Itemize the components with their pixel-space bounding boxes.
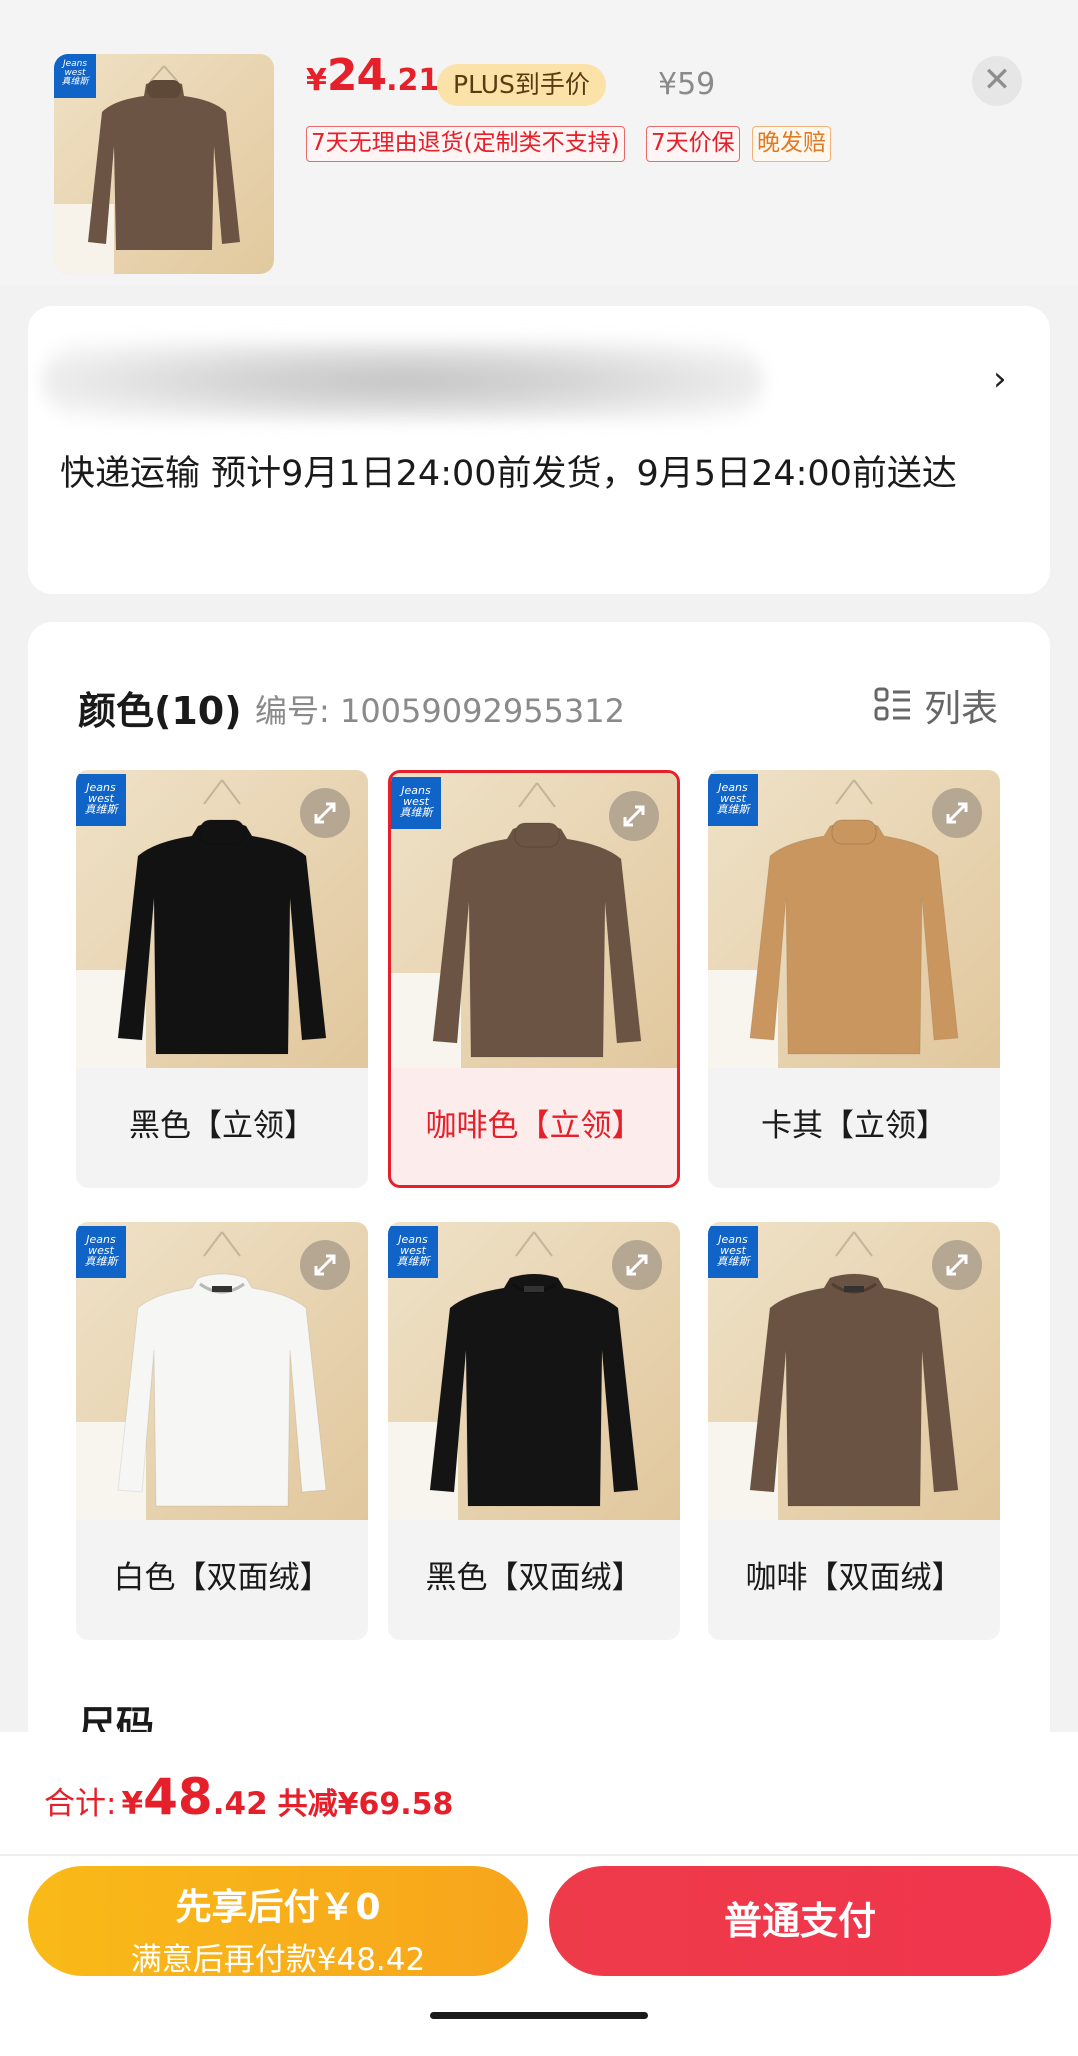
total-label: 合计: bbox=[44, 1786, 117, 1822]
expand-icon[interactable] bbox=[932, 1240, 982, 1290]
address-redacted bbox=[43, 341, 763, 421]
color-option-label: 黑色【立领】 bbox=[129, 1108, 315, 1144]
close-icon: ✕ bbox=[982, 60, 1012, 100]
spec-card: 颜色(10) 编号: 10059092955312 列表 Jeans west 真维… bbox=[28, 622, 1050, 1782]
pay-later-button[interactable]: 先享后付￥0 满意后再付款¥48.42 bbox=[28, 1866, 528, 1978]
checkout-bar: 合计: ¥48.42 共减¥69.58 先享后付￥0 满意后再付款¥48.42 普… bbox=[0, 1732, 1078, 2056]
product-price: ¥24.21 bbox=[306, 54, 439, 98]
brand-logo: Jeans west 真维斯 bbox=[76, 1226, 126, 1278]
total-decimal: .42 bbox=[212, 1786, 268, 1822]
product-thumbnail[interactable]: Jeans west 真维斯 bbox=[54, 54, 274, 274]
brand-logo: Jeans west 真维斯 bbox=[76, 774, 126, 826]
divider bbox=[0, 1854, 1078, 1856]
shipping-estimate: 快递运输 预计9月1日24:00前发货，9月5日24:00前送达 bbox=[60, 454, 957, 494]
chevron-right-icon[interactable]: › bbox=[993, 362, 1007, 396]
total-saving: 共减¥69.58 bbox=[277, 1787, 454, 1822]
price-decimal: .21 bbox=[386, 63, 440, 98]
expand-icon[interactable] bbox=[932, 788, 982, 838]
brand-logo: Jeans west 真维斯 bbox=[391, 777, 441, 829]
price-symbol: ¥ bbox=[306, 63, 327, 98]
pay-later-title: 先享后付￥0 bbox=[175, 1887, 381, 1928]
return-policy-tag: 7天无理由退货(定制类不支持) bbox=[306, 126, 625, 162]
color-option[interactable]: Jeans west 真维斯咖啡【双面绒】 bbox=[708, 1222, 1000, 1640]
expand-icon[interactable] bbox=[300, 788, 350, 838]
plus-price-tag: PLUS到手价 bbox=[437, 64, 606, 106]
color-option-label: 卡其【立领】 bbox=[761, 1108, 947, 1144]
color-option-label: 黑色【双面绒】 bbox=[425, 1560, 643, 1596]
shipping-card[interactable]: › 快递运输 预计9月1日24:00前发货，9月5日24:00前送达 bbox=[28, 306, 1050, 594]
home-indicator[interactable] bbox=[430, 2012, 648, 2019]
color-option[interactable]: Jeans west 真维斯卡其【立领】 bbox=[708, 770, 1000, 1188]
pay-later-subtitle: 满意后再付款¥48.42 bbox=[130, 1942, 426, 1978]
product-header: Jeans west 真维斯 ¥24.21 PLUS到手价 ¥59 ✕ 7天无理由退… bbox=[0, 0, 1078, 285]
color-option[interactable]: Jeans west 真维斯黑色【立领】 bbox=[76, 770, 368, 1188]
list-view-toggle[interactable]: 列表 bbox=[874, 678, 998, 732]
brand-logo: Jeans west 真维斯 bbox=[708, 774, 758, 826]
color-option-label: 咖啡【双面绒】 bbox=[745, 1560, 963, 1596]
product-code: 编号: 10059092955312 bbox=[255, 692, 625, 730]
original-price: ¥59 bbox=[658, 67, 716, 102]
list-view-label: 列表 bbox=[924, 687, 998, 730]
color-option-label: 白色【双面绒】 bbox=[113, 1560, 331, 1596]
total-integer: 48 bbox=[143, 1768, 213, 1826]
brand-logo: Jeans west 真维斯 bbox=[54, 54, 96, 98]
brand-logo: Jeans west 真维斯 bbox=[388, 1226, 438, 1278]
total-symbol: ¥ bbox=[121, 1786, 144, 1822]
list-icon bbox=[874, 687, 910, 721]
color-option[interactable]: Jeans west 真维斯咖啡色【立领】 bbox=[388, 770, 680, 1188]
late-delivery-tag: 晚发赔 bbox=[752, 126, 831, 162]
price-protect-tag: 7天价保 bbox=[646, 126, 740, 162]
normal-pay-button[interactable]: 普通支付 bbox=[549, 1866, 1051, 1976]
price-integer: 24 bbox=[326, 50, 387, 101]
color-option[interactable]: Jeans west 真维斯白色【双面绒】 bbox=[76, 1222, 368, 1640]
expand-icon[interactable] bbox=[612, 1240, 662, 1290]
close-button[interactable]: ✕ bbox=[972, 56, 1022, 106]
brand-logo: Jeans west 真维斯 bbox=[708, 1226, 758, 1278]
expand-icon[interactable] bbox=[609, 791, 659, 841]
total-price: 合计: ¥48.42 共减¥69.58 bbox=[44, 1772, 453, 1822]
expand-icon[interactable] bbox=[300, 1240, 350, 1290]
color-option[interactable]: Jeans west 真维斯黑色【双面绒】 bbox=[388, 1222, 680, 1640]
color-section-title: 颜色(10) bbox=[78, 689, 242, 733]
color-option-label: 咖啡色【立领】 bbox=[425, 1108, 643, 1144]
